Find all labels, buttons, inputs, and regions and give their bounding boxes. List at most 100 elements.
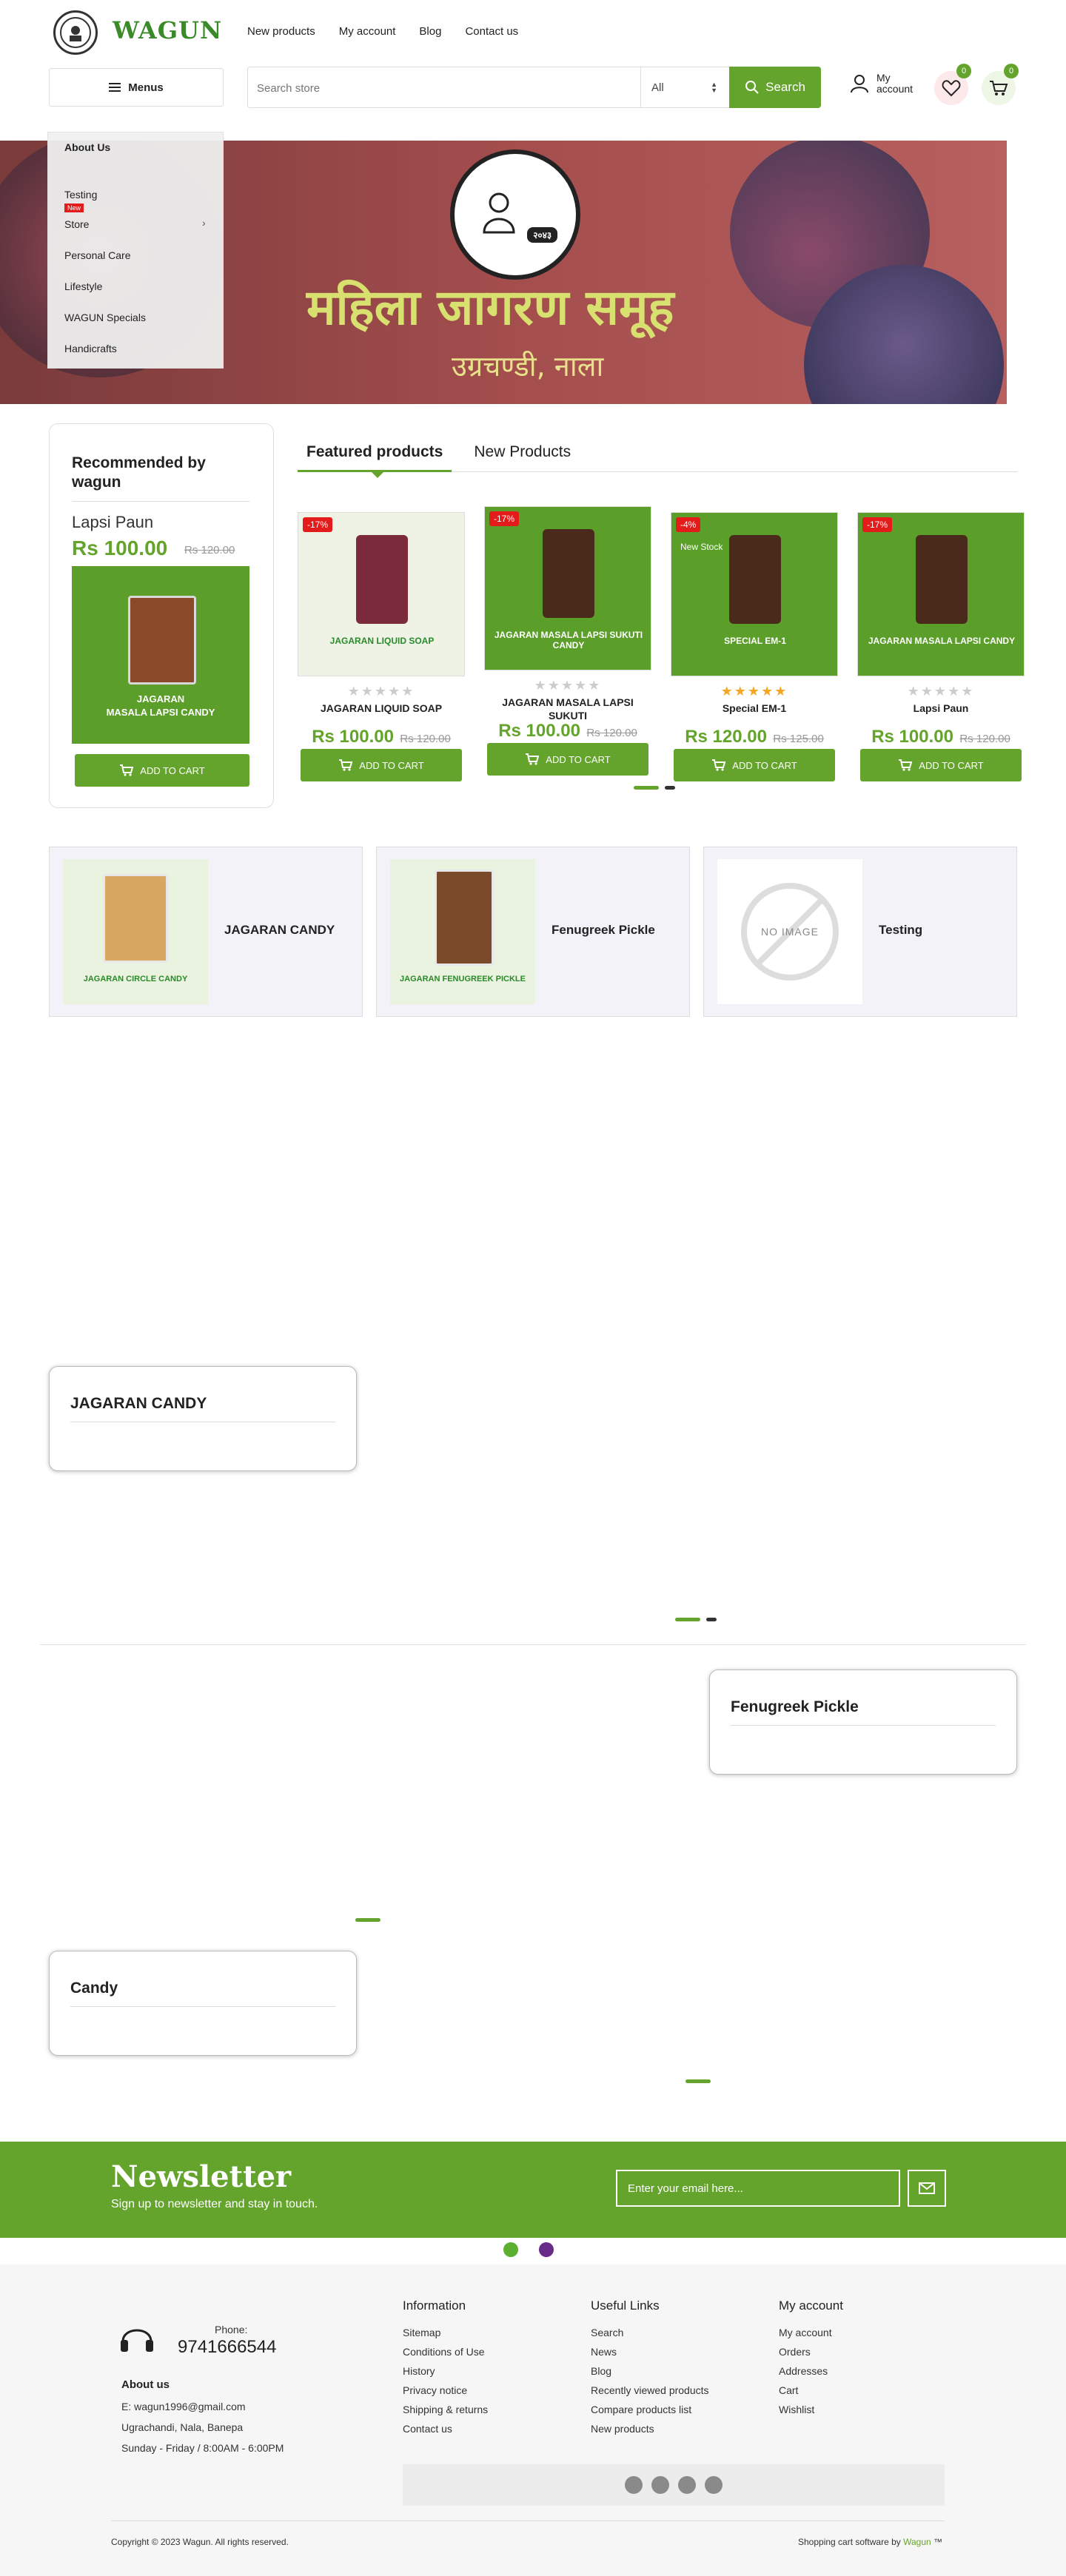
footer-account-column: My account My account Orders Addresses C… [779,2298,843,2423]
menu-item-wagun-specials[interactable]: WAGUN Specials [64,312,146,323]
menus-button[interactable]: Menus [49,68,224,107]
youtube-icon[interactable] [678,2476,696,2494]
carousel-dot-1[interactable] [355,1918,381,1922]
carousel-dot-2[interactable] [665,786,675,790]
footer-link-orders[interactable]: Orders [779,2346,843,2358]
account-link[interactable]: My account [850,73,913,95]
footer-link-my-account[interactable]: My account [779,2327,843,2338]
product-image-label: JAGARAN MASALA LAPSI CANDY [868,636,1016,646]
menu-item-lifestyle[interactable]: Lifestyle [64,280,102,292]
carousel-dot-1[interactable] [685,2079,711,2083]
recommended-add-to-cart-button[interactable]: ADD TO CART [75,754,249,787]
product-image[interactable]: JAGARAN LIQUID SOAP -17% [298,512,465,676]
product-name[interactable]: JAGARAN MASALA LAPSI SUKUTI [484,696,651,722]
recommended-product-name[interactable]: Lapsi Paun [72,513,153,532]
product-card[interactable]: JAGARAN MASALA LAPSI SUKUTI CANDY -17% ★… [484,506,653,776]
menu-item-personal-care[interactable]: Personal Care [64,249,131,261]
carousel-dots [675,1618,717,1621]
cart-icon [526,753,540,765]
footer-link-history[interactable]: History [403,2365,488,2377]
footer-link-addresses[interactable]: Addresses [779,2365,843,2377]
phone-number[interactable]: 9741666544 [178,2337,276,2358]
footer-link-search[interactable]: Search [591,2327,709,2338]
product-name[interactable]: JAGARAN LIQUID SOAP [298,702,465,715]
newsletter-subscribe-button[interactable] [908,2170,946,2207]
wishlist-button[interactable]: 0 [934,64,971,105]
footer-link-cart[interactable]: Cart [779,2384,843,2396]
footer-link-compare[interactable]: Compare products list [591,2404,709,2415]
product-image[interactable]: SPECIAL EM-1 -4% New Stock [671,512,838,676]
logo-text[interactable]: WAGUN [113,16,222,44]
carousel-dot-2[interactable] [706,1618,717,1621]
instagram-icon[interactable] [705,2476,723,2494]
recommended-title: Recommended by wagun [72,454,249,502]
footer-link-contact[interactable]: Contact us [403,2423,488,2435]
add-to-cart-button[interactable]: ADD TO CART [301,749,462,781]
product-image[interactable]: JAGARAN MASALA LAPSI CANDY -17% [857,512,1025,676]
product-card[interactable]: JAGARAN MASALA LAPSI CANDY -17% ★★★★★ La… [857,512,1026,781]
footer-link-news[interactable]: News [591,2346,709,2358]
nav-new-products[interactable]: New products [247,25,315,38]
category-tile-fenugreek-pickle[interactable]: JAGARAN FENUGREEK PICKLE Fenugreek Pickl… [376,847,690,1017]
search-button[interactable]: Search [729,67,821,108]
tab-new-products[interactable]: New Products [465,440,580,472]
seal-figure-icon [483,192,515,234]
top-nav: New products My account Blog Contact us [247,25,518,38]
footer-link-wishlist[interactable]: Wishlist [779,2404,843,2415]
category-tile-testing[interactable]: NO IMAGE Testing [703,847,1017,1017]
carousel-dot-1[interactable] [634,786,659,790]
tab-featured-products[interactable]: Featured products [298,440,452,472]
product-card[interactable]: SPECIAL EM-1 -4% New Stock ★★★★★ Special… [671,512,839,781]
category-card-candy[interactable]: Candy [49,1951,357,2056]
menu-item-about-us[interactable]: About Us [64,141,110,153]
category-tile-jagaran-candy[interactable]: JAGARAN CIRCLE CANDY JAGARAN CANDY [49,847,363,1017]
facebook-icon[interactable] [625,2476,643,2494]
product-price: Rs 100.00 [312,727,394,747]
footer-link-sitemap[interactable]: Sitemap [403,2327,488,2338]
category-image: NO IMAGE [717,859,862,1004]
cart-button[interactable]: 0 [982,64,1019,105]
footer-link-shipping[interactable]: Shipping & returns [403,2404,488,2415]
logo-emblem[interactable] [53,10,98,55]
add-to-cart-button[interactable]: ADD TO CART [860,749,1022,781]
footer-email[interactable]: E: wagun1996@gmail.com [121,2401,246,2412]
product-name[interactable]: Special EM-1 [671,702,838,715]
menu-item-store[interactable]: Store [64,218,89,230]
footer-link-conditions[interactable]: Conditions of Use [403,2346,488,2358]
footer-link-privacy[interactable]: Privacy notice [403,2384,488,2396]
nav-contact-us[interactable]: Contact us [465,25,518,38]
category-label: JAGARAN CANDY [224,923,335,937]
product-card[interactable]: JAGARAN LIQUID SOAP -17% ★★★★★ JAGARAN L… [298,512,466,781]
menu-item-handicrafts[interactable]: Handicrafts [64,343,117,354]
account-label: My account [876,73,913,95]
search-input[interactable] [257,78,627,98]
category-card-title: JAGARAN CANDY [70,1395,335,1422]
category-card-jagaran-candy[interactable]: JAGARAN CANDY [49,1366,357,1471]
carousel-dots [634,786,675,790]
product-name[interactable]: Lapsi Paun [857,702,1025,715]
category-card-fenugreek-pickle[interactable]: Fenugreek Pickle [709,1669,1017,1775]
banner-seal: २०४३ [450,149,580,280]
product-bag-image [128,596,196,685]
add-to-cart-button[interactable]: ADD TO CART [487,743,648,776]
chevron-right-icon: › [202,217,206,229]
product-image[interactable]: JAGARAN MASALA LAPSI SUKUTI CANDY -17% [484,506,651,670]
nav-my-account[interactable]: My account [339,25,396,38]
carousel-dot-1[interactable] [675,1618,700,1621]
menus-dropdown: About Us Testing New Store › Personal Ca… [47,132,224,369]
active-tab-caret-icon [370,471,385,478]
powered-by-link[interactable]: Wagun [903,2537,931,2547]
footer-link-recently-viewed[interactable]: Recently viewed products [591,2384,709,2396]
footer-address: Ugrachandi, Nala, Banepa [121,2421,244,2433]
nav-blog[interactable]: Blog [419,25,441,38]
menu-item-testing[interactable]: Testing [64,189,97,201]
recommended-product-image[interactable]: JAGARAN MASALA LAPSI CANDY [72,566,249,744]
headset-icon [121,2329,153,2352]
product-old-price: Rs 120.00 [400,733,451,745]
footer-link-new-products[interactable]: New products [591,2423,709,2435]
search-category-select[interactable]: All ▲ ▼ [640,67,728,107]
newsletter-email-input[interactable] [616,2170,900,2207]
add-to-cart-button[interactable]: ADD TO CART [674,749,835,781]
rss-icon[interactable] [651,2476,669,2494]
footer-link-blog[interactable]: Blog [591,2365,709,2377]
